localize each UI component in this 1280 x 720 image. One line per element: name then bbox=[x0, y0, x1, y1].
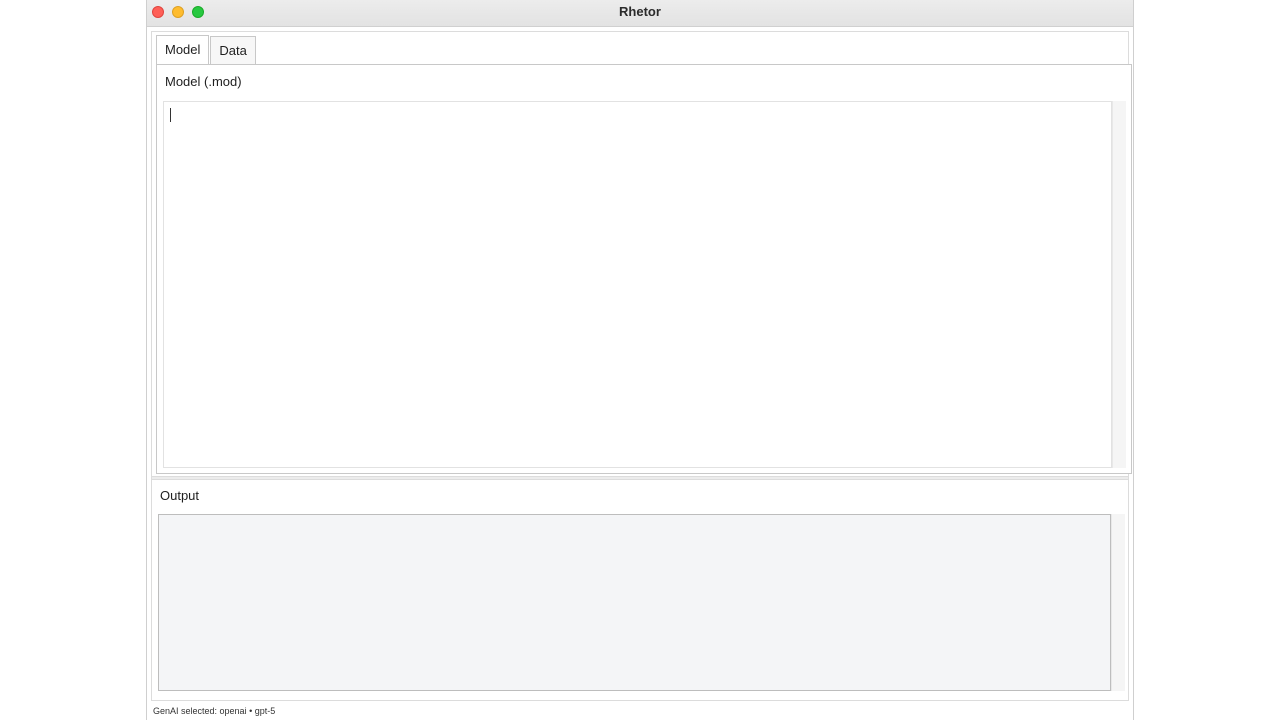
tab-bar: Model Data bbox=[156, 35, 256, 65]
panel-splitter[interactable] bbox=[152, 476, 1128, 480]
model-editor[interactable] bbox=[163, 101, 1112, 468]
model-panel-label: Model (.mod) bbox=[165, 74, 242, 89]
model-editor-scrollbar[interactable] bbox=[1112, 101, 1126, 468]
output-area[interactable] bbox=[158, 514, 1111, 691]
status-bar: GenAI selected: openai • gpt-5 bbox=[147, 702, 1133, 720]
output-scrollbar[interactable] bbox=[1111, 514, 1125, 691]
app-window: Rhetor Model Data Model (.mod) Output Ge… bbox=[146, 0, 1134, 720]
output-panel-label: Output bbox=[160, 488, 200, 503]
title-bar: Rhetor bbox=[147, 0, 1133, 27]
window-title: Rhetor bbox=[619, 4, 661, 19]
status-text: GenAI selected: openai • gpt-5 bbox=[153, 706, 276, 716]
tab-data[interactable]: Data bbox=[210, 36, 256, 64]
model-panel: Model (.mod) bbox=[156, 64, 1132, 474]
main-content: Model Data Model (.mod) Output bbox=[151, 31, 1132, 701]
tab-model[interactable]: Model bbox=[156, 35, 210, 64]
text-caret bbox=[170, 108, 171, 122]
